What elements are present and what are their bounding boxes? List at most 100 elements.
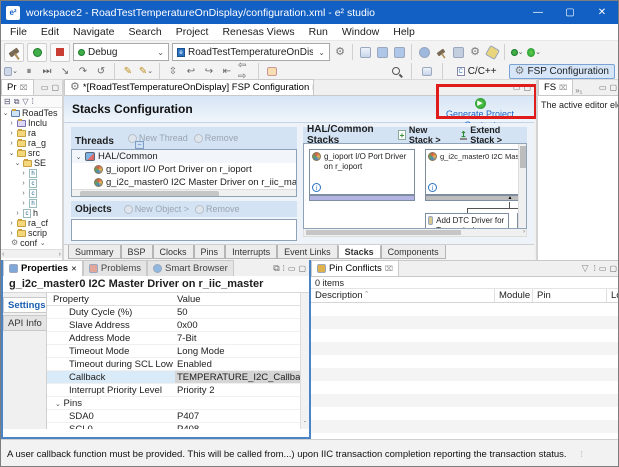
minimize-icon[interactable]: ▭ [41,83,49,92]
maximize-icon[interactable]: ▢ [51,83,59,92]
tab-interrupts[interactable]: Interrupts [225,245,277,259]
debug-dropdown-icon[interactable]: ⌄ [510,46,524,59]
build-project-icon[interactable] [434,46,448,59]
save-icon[interactable] [375,46,389,59]
tree-item-subfolder[interactable]: ⌄SE [1,158,62,168]
prop-row-sda0[interactable]: SDA0P407 [47,410,309,423]
menu-project[interactable]: Project [169,26,216,38]
maximize-icon[interactable]: ▢ [523,83,531,92]
stack-card-ioport[interactable]: g_ioport I/O Port Driver on r_ioport i [309,149,415,195]
col-module[interactable]: Module [495,289,533,302]
stack-card-dtc-transmission[interactable]: Add DTC Driver for Transmission [Optiona… [425,213,509,229]
tab-project-explorer[interactable]: Pr⌧ [1,79,34,95]
tree-item-file-h1[interactable]: ›h [1,168,62,178]
tab-pin-conflicts[interactable]: Pin Conflicts ⌧ [311,260,399,276]
prop-row-pins-group[interactable]: ⌄ Pins [47,397,309,410]
tab-summary[interactable]: Summary [68,245,121,259]
tree-item-src[interactable]: ⌄src [1,148,62,158]
tab-clocks[interactable]: Clocks [153,245,194,259]
col-location[interactable]: Lo [607,289,619,302]
flash-programmer-icon[interactable]: ✎ [121,65,135,78]
minimize-icon[interactable]: ▭ [288,264,296,273]
debug-config-combo[interactable]: Debug ⌄ [73,43,169,61]
preferences-gear-icon[interactable]: ⚙ [468,46,482,59]
tab-pins[interactable]: Pins [194,245,226,259]
minimize-icon[interactable]: ▭ [513,83,521,92]
stacks-vscrollbar[interactable] [518,144,526,228]
resume-icon[interactable]: ⌄ [4,65,18,78]
view-menu-icon[interactable]: ⁞ [594,264,596,273]
prop-row-duty-cycle[interactable]: Duty Cycle (%)50 [47,306,309,319]
tree-item-includes[interactable]: ›Inclu [1,118,62,128]
debug-bug-icon[interactable] [27,43,47,62]
menu-edit[interactable]: Edit [34,26,66,38]
prop-row-interrupt-priority[interactable]: Interrupt Priority LevelPriority 2 [47,384,309,397]
project-hscrollbar[interactable]: ‹› [1,249,62,258]
goto-arrow-icons[interactable]: ⇦ ⇨ [238,65,252,78]
info-icon[interactable]: i [428,183,437,192]
tree-item-ra-gen[interactable]: ›ra_g [1,138,62,148]
tree-item-hal-entry[interactable]: ›ch [1,208,62,218]
thread-module-ioport[interactable]: g_ioport I/O Port Driver on r_ioport [72,163,296,176]
thread-module-i2c[interactable]: g_i2c_master0 I2C Master Driver on r_iic… [72,176,296,189]
info-icon[interactable]: i [312,183,321,192]
minimize-icon[interactable]: ▭ [599,83,607,92]
prop-row-timeout-mode[interactable]: Timeout ModeLong Mode [47,345,309,358]
tab-smart-browser[interactable]: Smart Browser [147,260,234,276]
view-menu-icon[interactable]: ⁞ [32,97,34,106]
maximize-icon[interactable]: ▢ [609,83,617,92]
tab-components[interactable]: Components [381,245,446,259]
prop-row-address-mode[interactable]: Address Mode7-Bit [47,332,309,345]
minimized-view-icon[interactable]: »₁ [573,86,582,95]
terminate-step-icons[interactable]: ⏭ [40,65,54,78]
suspend-icon[interactable]: ⏸ [22,65,36,78]
col-description[interactable]: Description ˆ [311,289,495,302]
tab-stacks[interactable]: Stacks [338,245,381,259]
menu-renesas-views[interactable]: Renesas Views [215,26,301,38]
new-wizard-icon[interactable] [358,46,372,59]
stacks-hscrollbar[interactable]: › [303,229,527,237]
step-over-icon[interactable]: ↷ [76,65,90,78]
menu-window[interactable]: Window [335,26,386,38]
tree-item-ra-cfg[interactable]: ›ra_cf [1,218,62,228]
build-browser-icon[interactable] [417,46,431,59]
step-into-icon[interactable]: ↘ [58,65,72,78]
tab-event-links[interactable]: Event Links [277,245,338,259]
prop-row-timeout-scl-low[interactable]: Timeout during SCL LowEnabled [47,358,309,371]
step-return-icon[interactable]: ↺ [94,65,108,78]
view-menu-icon[interactable]: ⁞ [283,264,285,273]
col-value[interactable]: Value [175,293,309,305]
flash-programmer2-icon[interactable]: ✎⌄ [139,65,153,78]
tree-item-project[interactable]: ⌄RoadTes [1,108,62,118]
perspective-cpp-button[interactable]: C C/C++ [451,64,503,79]
tree-item-file-h2[interactable]: ›h [1,198,62,208]
menu-help[interactable]: Help [386,26,422,38]
build-all-icon[interactable] [451,46,465,59]
maximize-icon[interactable]: ▢ [298,264,306,273]
threads-hscrollbar[interactable] [72,189,296,197]
stack-expander-bar[interactable]: ▲ [425,195,527,201]
search-icon[interactable] [389,65,403,78]
tree-item-configuration[interactable]: ⚙conf⌄ [1,238,62,248]
tab-properties[interactable]: Properties ✕ [3,260,83,276]
col-pin[interactable]: Pin [533,289,607,302]
properties-vscrollbar[interactable]: ˆˇ [300,293,309,429]
filter-icon[interactable]: ▽ [582,264,591,273]
menu-file[interactable]: File [3,26,34,38]
collapse-all-icon[interactable]: ⊟ [4,97,11,106]
thread-hal-common[interactable]: ⌄HAL/Common [72,150,296,163]
tree-item-script[interactable]: ›scrip [1,228,62,238]
collapse-icon[interactable]: – [135,141,144,149]
maximize-button[interactable]: ▢ [554,1,586,24]
run-dropdown-icon[interactable]: ⌄ [527,46,541,59]
menu-search[interactable]: Search [121,26,168,38]
tab-fs-view[interactable]: FS⌧ [538,79,573,95]
objects-list[interactable] [71,219,297,241]
back-icon[interactable]: ↩ [184,65,198,78]
build-hammer-icon[interactable] [4,43,24,62]
tab-api-info[interactable]: API Info [3,315,46,331]
prop-row-scl0[interactable]: SCL0P408 [47,423,309,429]
menu-run[interactable]: Run [302,26,335,38]
filter-icon[interactable]: ▽ [22,97,28,106]
tab-problems[interactable]: Problems [83,260,147,276]
